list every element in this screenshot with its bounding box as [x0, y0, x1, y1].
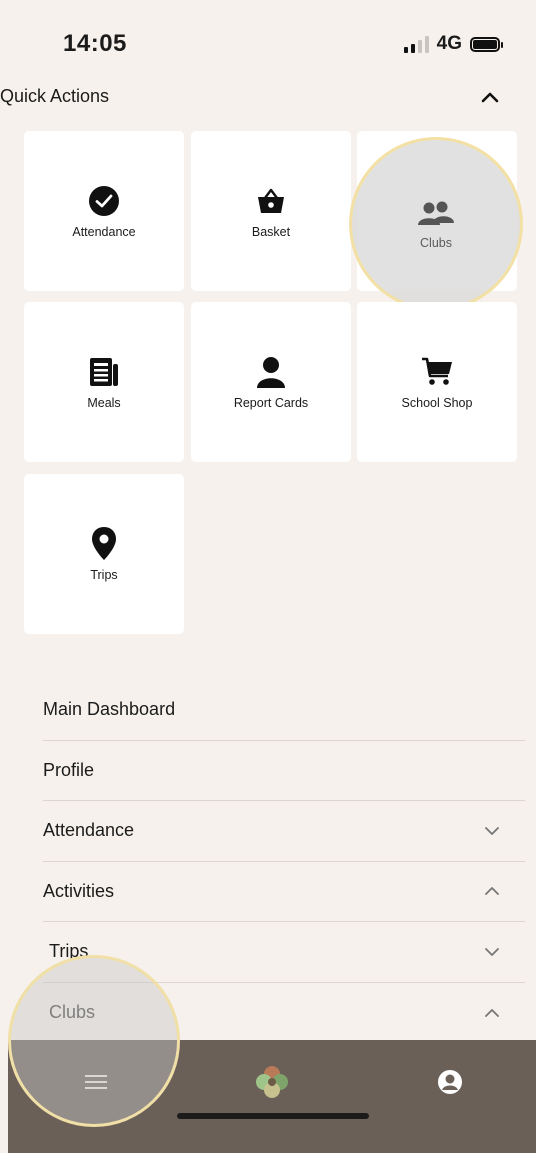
- tile-label: Report Cards: [233, 396, 309, 410]
- cart-icon: [419, 354, 455, 390]
- chevron-up-icon[interactable]: [478, 86, 502, 110]
- users-icon: [416, 198, 456, 230]
- signal-icon: [403, 35, 429, 53]
- status-bar: 14:05 4G: [0, 0, 536, 80]
- account-icon[interactable]: [430, 1062, 470, 1102]
- tile-label: Clubs: [420, 236, 452, 250]
- quick-actions-title: Quick Actions: [0, 86, 110, 106]
- tile-clubs[interactable]: Clubs: [349, 137, 523, 311]
- network-type: 4G: [436, 33, 462, 54]
- tile-label: School Shop: [401, 396, 473, 410]
- quick-actions-header[interactable]: Quick Actions: [0, 86, 536, 114]
- basket-icon: [253, 183, 289, 219]
- battery-icon: [470, 36, 503, 52]
- menu-item-attendance[interactable]: Attendance: [43, 801, 525, 862]
- menu-item-label: Activities: [43, 880, 115, 901]
- tile-label: Meals: [87, 396, 121, 410]
- tile-meals[interactable]: Meals: [24, 302, 184, 462]
- check-circle-icon: [86, 183, 122, 219]
- menu-item-label: Profile: [43, 759, 95, 780]
- newspaper-icon: [86, 354, 122, 390]
- tile-school-shop[interactable]: School Shop: [357, 302, 517, 462]
- tile-trips[interactable]: Trips: [24, 474, 184, 634]
- menu-item-label: Main Dashboard: [43, 699, 176, 720]
- status-time: 14:05: [63, 30, 127, 57]
- tap-highlight: [8, 955, 180, 1127]
- map-pin-icon: [86, 526, 122, 562]
- tile-basket[interactable]: Basket: [191, 131, 351, 291]
- home-indicator: [177, 1113, 369, 1119]
- tile-report-cards[interactable]: Report Cards: [191, 302, 351, 462]
- chevron-up-icon[interactable]: [483, 882, 501, 900]
- status-icons: 4G: [403, 33, 503, 55]
- app-logo-icon[interactable]: [252, 1062, 292, 1102]
- menu-item-activities[interactable]: Activities: [43, 862, 525, 922]
- chevron-down-icon[interactable]: [483, 822, 501, 840]
- user-icon: [253, 354, 289, 390]
- menu-item-label: Attendance: [43, 820, 135, 841]
- tile-label: Basket: [251, 225, 291, 239]
- menu-item-profile[interactable]: Profile: [43, 741, 525, 801]
- chevron-up-icon[interactable]: [483, 1004, 501, 1022]
- menu-item-main-dashboard[interactable]: Main Dashboard: [43, 680, 525, 741]
- tile-label: Trips: [90, 568, 118, 582]
- chevron-down-icon[interactable]: [483, 943, 501, 961]
- tile-attendance[interactable]: Attendance: [24, 131, 184, 291]
- tile-label: Attendance: [72, 225, 136, 239]
